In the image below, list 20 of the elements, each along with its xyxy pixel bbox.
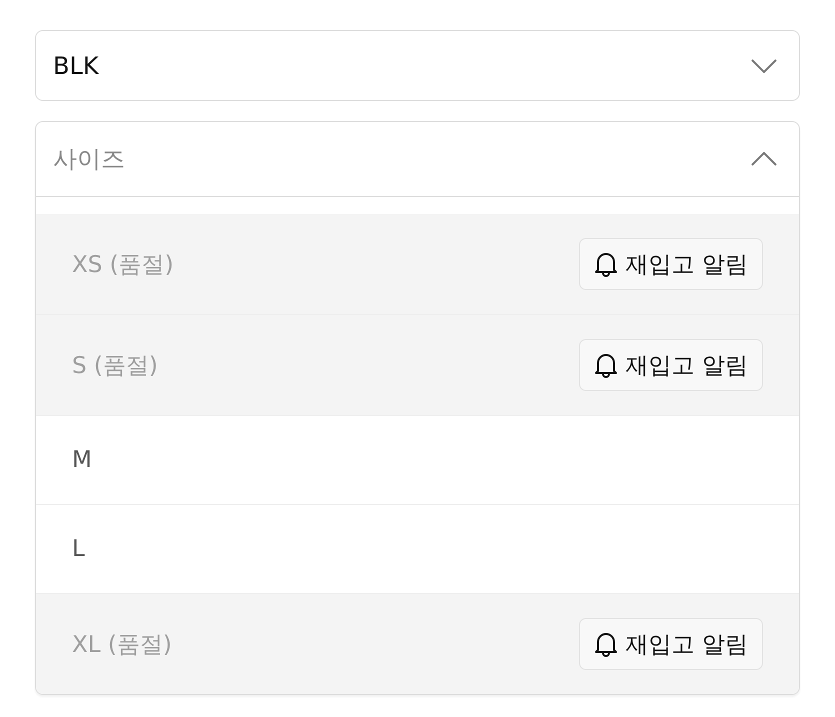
size-option[interactable]: XS (품절) 재입고 알림: [36, 214, 799, 315]
color-select[interactable]: BLK: [35, 30, 800, 101]
size-select[interactable]: 사이즈: [36, 122, 799, 197]
restock-alert-button[interactable]: 재입고 알림: [578, 339, 763, 391]
option-label: XS (품절): [72, 250, 174, 280]
bell-icon: [594, 352, 618, 378]
option-label: XL (품절): [72, 630, 172, 660]
placeholder-text: 사이즈: [53, 144, 125, 175]
size-option[interactable]: XL (품절) 재입고 알림: [36, 594, 799, 694]
restock-alert-button[interactable]: 재입고 알림: [578, 618, 763, 670]
option-label: M: [72, 447, 92, 473]
bell-icon: [594, 631, 618, 657]
restock-alert-button[interactable]: 재입고 알림: [578, 238, 763, 290]
bell-icon: [594, 251, 618, 277]
selected-value: BLK: [53, 52, 99, 80]
size-option[interactable]: M: [36, 416, 799, 505]
size-option[interactable]: S (품절) 재입고 알림: [36, 315, 799, 416]
option-label: S (품절): [72, 352, 158, 380]
option-label: L: [72, 536, 85, 562]
size-option[interactable]: L: [36, 505, 799, 594]
